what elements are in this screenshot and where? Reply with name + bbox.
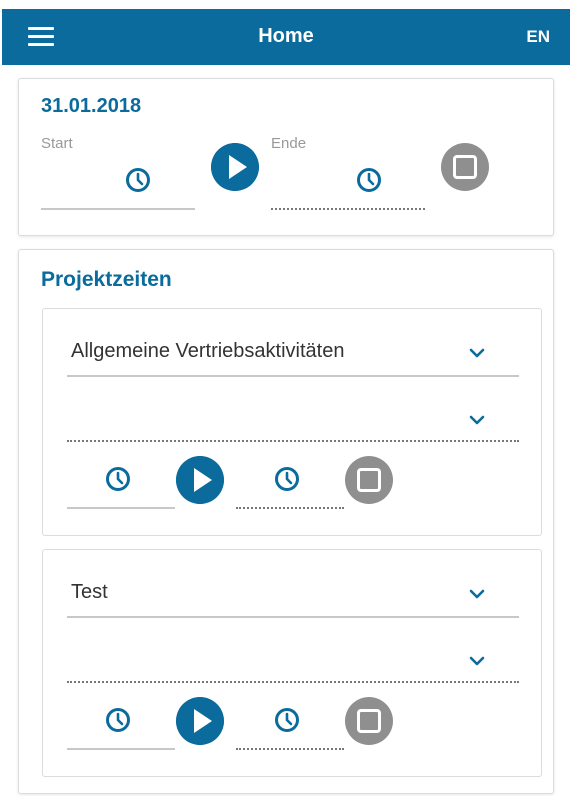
task-select[interactable] [67,681,519,683]
app-bar: Home EN [2,9,570,65]
project-times-card: Projektzeiten Allgemeine Vertriebsaktivi… [18,249,554,794]
start-time-field[interactable] [41,208,195,210]
project-item: Allgemeine Vertriebsaktivitäten [42,308,542,536]
end-stop-button[interactable] [345,697,393,745]
date-label: 31.01.2018 [41,95,142,117]
project-select[interactable] [67,616,519,618]
page-title: Home [258,25,314,47]
start-clock-icon[interactable] [105,466,131,492]
start-clock-icon[interactable] [125,167,151,193]
start-play-button[interactable] [211,143,259,191]
end-time-field[interactable] [271,208,425,210]
section-title: Projektzeiten [41,268,172,291]
end-time-field[interactable] [236,748,344,750]
end-clock-icon[interactable] [274,707,300,733]
start-label: Start [41,135,73,152]
project-item: Test [42,549,542,777]
chevron-down-icon[interactable] [468,414,486,426]
day-card: 31.01.2018 Start Ende [18,78,554,236]
chevron-down-icon[interactable] [468,347,486,359]
project-select-value[interactable]: Test [71,581,108,604]
end-time-field[interactable] [236,507,344,509]
start-time-field[interactable] [67,748,175,750]
start-play-button[interactable] [176,456,224,504]
chevron-down-icon[interactable] [468,655,486,667]
end-stop-button[interactable] [345,456,393,504]
task-select[interactable] [67,440,519,442]
start-clock-icon[interactable] [105,707,131,733]
chevron-down-icon[interactable] [468,588,486,600]
start-play-button[interactable] [176,697,224,745]
end-clock-icon[interactable] [274,466,300,492]
end-clock-icon[interactable] [356,167,382,193]
language-switch[interactable]: EN [526,27,550,47]
end-stop-button[interactable] [441,143,489,191]
project-select[interactable] [67,375,519,377]
project-select-value[interactable]: Allgemeine Vertriebsaktivitäten [71,340,344,363]
end-label: Ende [271,135,307,152]
start-time-field[interactable] [67,507,175,509]
